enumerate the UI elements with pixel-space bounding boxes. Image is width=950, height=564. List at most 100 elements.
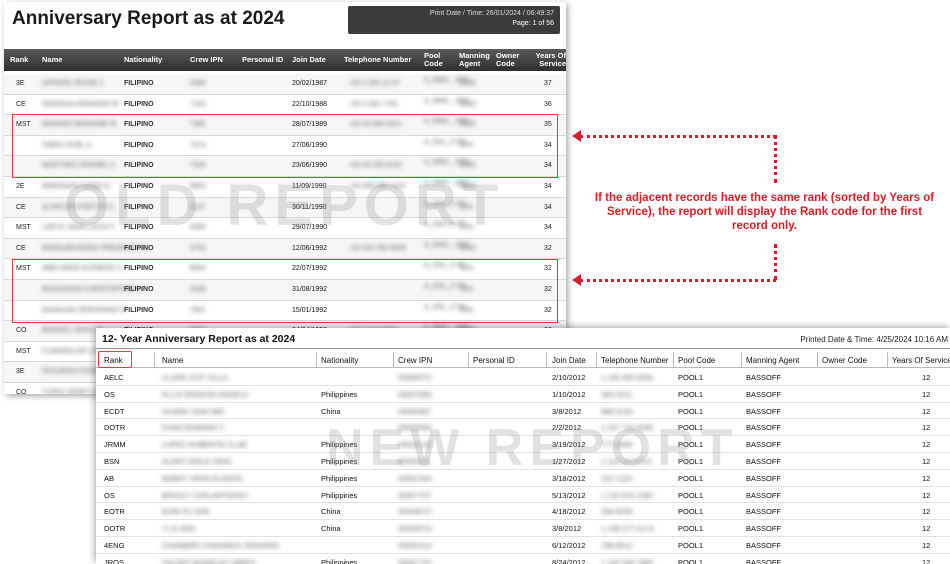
old-highlight-group-mst-1 bbox=[12, 114, 558, 178]
new-cell-name: LOPEZ ROBERTO CLAE bbox=[162, 440, 248, 450]
old-cell-join-date: 20/02/1987 bbox=[292, 80, 328, 87]
new-cell-join-date: 2/10/2012 bbox=[552, 373, 586, 382]
old-cell-years: 34 bbox=[544, 203, 552, 211]
new-cell-rank: ECDT bbox=[104, 406, 125, 416]
new-cell-name: HUANG XIAO MEI bbox=[162, 406, 225, 416]
new-table-row: EOTR KOW FU SAN China 00044072 4/18/2012 284-… bbox=[96, 503, 950, 521]
new-cell-manning-agent: BASSOFF bbox=[746, 373, 782, 382]
old-print-date: Print Date / Time: 26/01/2024 / 06:49:37 bbox=[429, 10, 554, 17]
new-cell-nationality: China bbox=[321, 507, 341, 517]
new-cell-pool-code: POOL1 bbox=[678, 557, 704, 564]
old-cell-nationality: FILIPINO bbox=[124, 182, 154, 190]
new-cell-name: KOW FU SAN bbox=[162, 507, 210, 517]
old-cell-nationality: FILIPINO bbox=[124, 203, 154, 211]
new-cell-rank: EOTR bbox=[104, 507, 125, 517]
new-cell-crew-ipn: 00007720 bbox=[398, 557, 432, 564]
new-cell-telephone: 788-8612 bbox=[601, 540, 633, 550]
old-cell-years: 37 bbox=[544, 80, 552, 87]
old-col-manning-agent: Manning Agent bbox=[459, 51, 490, 68]
old-col-crew-ipn: Crew IPN bbox=[190, 55, 223, 64]
col-divider bbox=[596, 352, 597, 368]
old-table-row: MST LAPUZ JOHN LOUIS T. FILIPINO 6493 29/07/… bbox=[4, 218, 566, 239]
old-table-row: CE ALARCON FRETZO D. FILIPINO 8137 30/11/199… bbox=[4, 197, 566, 219]
new-cell-name: ALERT EMILE ORIN bbox=[162, 456, 232, 466]
new-cell-crew-ipn: 00002143 bbox=[398, 440, 432, 450]
new-cell-years: 12 bbox=[922, 490, 931, 500]
old-cell-name: BORRES JERIC G. bbox=[42, 327, 104, 335]
old-report-header: Rank Name Nationality Crew IPN Personal … bbox=[4, 49, 566, 71]
arrow-line-bottom bbox=[580, 279, 776, 282]
new-cell-crew-ipn: 00007707 bbox=[398, 490, 432, 500]
new-cell-nationality: China bbox=[321, 406, 341, 416]
new-cell-pool-code: POOL1 bbox=[678, 540, 704, 550]
new-report-title-rule bbox=[96, 348, 950, 349]
new-cell-nationality: Philippines bbox=[321, 557, 358, 564]
new-col-name: Name bbox=[162, 356, 184, 365]
old-cell-telephone: +63 948 999 1224 bbox=[349, 182, 406, 190]
old-table-row: CE NARANJA ARMANDO B. FILIPINO 7144 22/10/19… bbox=[4, 95, 566, 116]
new-table-row: OS ELLIS ERSKON ANGELA Philippines 00007899… bbox=[96, 386, 950, 403]
new-cell-years: 12 bbox=[922, 389, 931, 399]
new-cell-manning-agent: BASSOFF bbox=[746, 524, 782, 534]
old-cell-crew-ipn: 8137 bbox=[190, 203, 206, 211]
new-cell-join-date: 3/19/2012 bbox=[552, 440, 586, 450]
new-cell-nationality: Philippines bbox=[321, 473, 358, 483]
new-cell-pool-code: POOL1 bbox=[678, 456, 704, 466]
new-cell-name: VALDEZ ROGELIO LIBRES bbox=[162, 557, 256, 564]
new-cell-nationality: Philippines bbox=[321, 440, 358, 450]
old-cell-years: 32 bbox=[544, 244, 552, 252]
new-cell-pool-code: POOL1 bbox=[678, 473, 704, 483]
old-cell-join-date: 29/07/1990 bbox=[292, 224, 328, 232]
old-cell-name: OPINION JESSIE J. bbox=[42, 80, 106, 87]
new-cell-crew-ipn: 00000075 bbox=[398, 373, 432, 382]
old-cell-name: NARANJA ARMANDO B. bbox=[42, 100, 121, 108]
old-col-pool-code: Pool Code bbox=[424, 51, 443, 68]
new-cell-rank: JROS bbox=[104, 557, 125, 564]
new-col-telephone: Telephone Number bbox=[601, 356, 669, 365]
new-cell-rank: DOTR bbox=[104, 423, 126, 433]
col-divider bbox=[887, 352, 888, 368]
old-cell-years: 36 bbox=[544, 100, 552, 108]
annotation-note: If the adjacent records have the same ra… bbox=[594, 192, 935, 232]
new-cell-join-date: 4/18/2012 bbox=[552, 507, 586, 517]
old-table-row: CE MANGABUNONG FREDELITO R. FILIPINO 8794 12… bbox=[4, 238, 566, 260]
new-cell-telephone: 888-4143 bbox=[601, 406, 633, 416]
new-cell-manning-agent: BASSOFF bbox=[746, 507, 782, 517]
old-cell-years: 34 bbox=[544, 224, 552, 232]
old-table-row: 2E MARIANAN DANDI D. FILIPINO 8603 11/09/199… bbox=[4, 177, 566, 198]
new-cell-pool-code: POOL1 bbox=[678, 389, 704, 399]
new-cell-rank: OS bbox=[104, 389, 115, 399]
col-divider bbox=[468, 352, 469, 368]
new-table-row: AB BARRY JOHN ALONZO Philippines 00001344 3/… bbox=[96, 470, 950, 487]
old-cell-manning-agent: MMC bbox=[460, 182, 477, 190]
old-cell-rank: CE bbox=[16, 100, 26, 108]
new-cell-years: 12 bbox=[922, 423, 931, 433]
old-cell-manning-agent: MMC bbox=[460, 100, 477, 108]
col-divider bbox=[817, 352, 818, 368]
col-divider bbox=[741, 352, 742, 368]
new-cell-years: 12 bbox=[922, 524, 931, 534]
col-divider bbox=[393, 352, 394, 368]
old-cell-rank: MST bbox=[16, 347, 31, 355]
col-divider bbox=[316, 352, 317, 368]
new-cell-rank: OS bbox=[104, 490, 115, 500]
new-cell-pool-code: POOL1 bbox=[678, 490, 704, 500]
new-cell-telephone: 1 216 876 1560 bbox=[601, 490, 654, 500]
new-report-title: 12- Year Anniversary Report as at 2024 bbox=[102, 333, 296, 345]
new-col-join-date: Join Date bbox=[552, 356, 586, 365]
new-cell-years: 12 bbox=[922, 456, 931, 466]
old-cell-telephone: +63 915 454 9648 bbox=[349, 244, 406, 252]
old-cell-nationality: FILIPINO bbox=[124, 244, 154, 252]
new-cell-telephone: 1 237 724 0045 bbox=[601, 423, 654, 433]
new-table-row: DOTR EVAN EDMOND T. 00000056 2/2/2012 1 237 … bbox=[96, 419, 950, 437]
new-table-row: JROS VALDEZ ROGELIO LIBRES Philippines 0000… bbox=[96, 554, 950, 564]
new-table-row: AELC CLARK COY VILLA 00000075 2/10/2012 1 18… bbox=[96, 369, 950, 386]
old-cell-nationality: FILIPINO bbox=[124, 80, 154, 87]
old-cell-rank: CO bbox=[16, 327, 27, 335]
new-cell-name: EVAN EDMOND T. bbox=[162, 423, 226, 433]
new-cell-nationality: Philippines bbox=[321, 490, 358, 500]
new-rank-header-highlight bbox=[98, 351, 132, 368]
new-cell-manning-agent: BASSOFF bbox=[746, 423, 782, 433]
arrow-head-bottom bbox=[572, 274, 581, 286]
old-cell-crew-ipn: 6493 bbox=[190, 224, 206, 232]
